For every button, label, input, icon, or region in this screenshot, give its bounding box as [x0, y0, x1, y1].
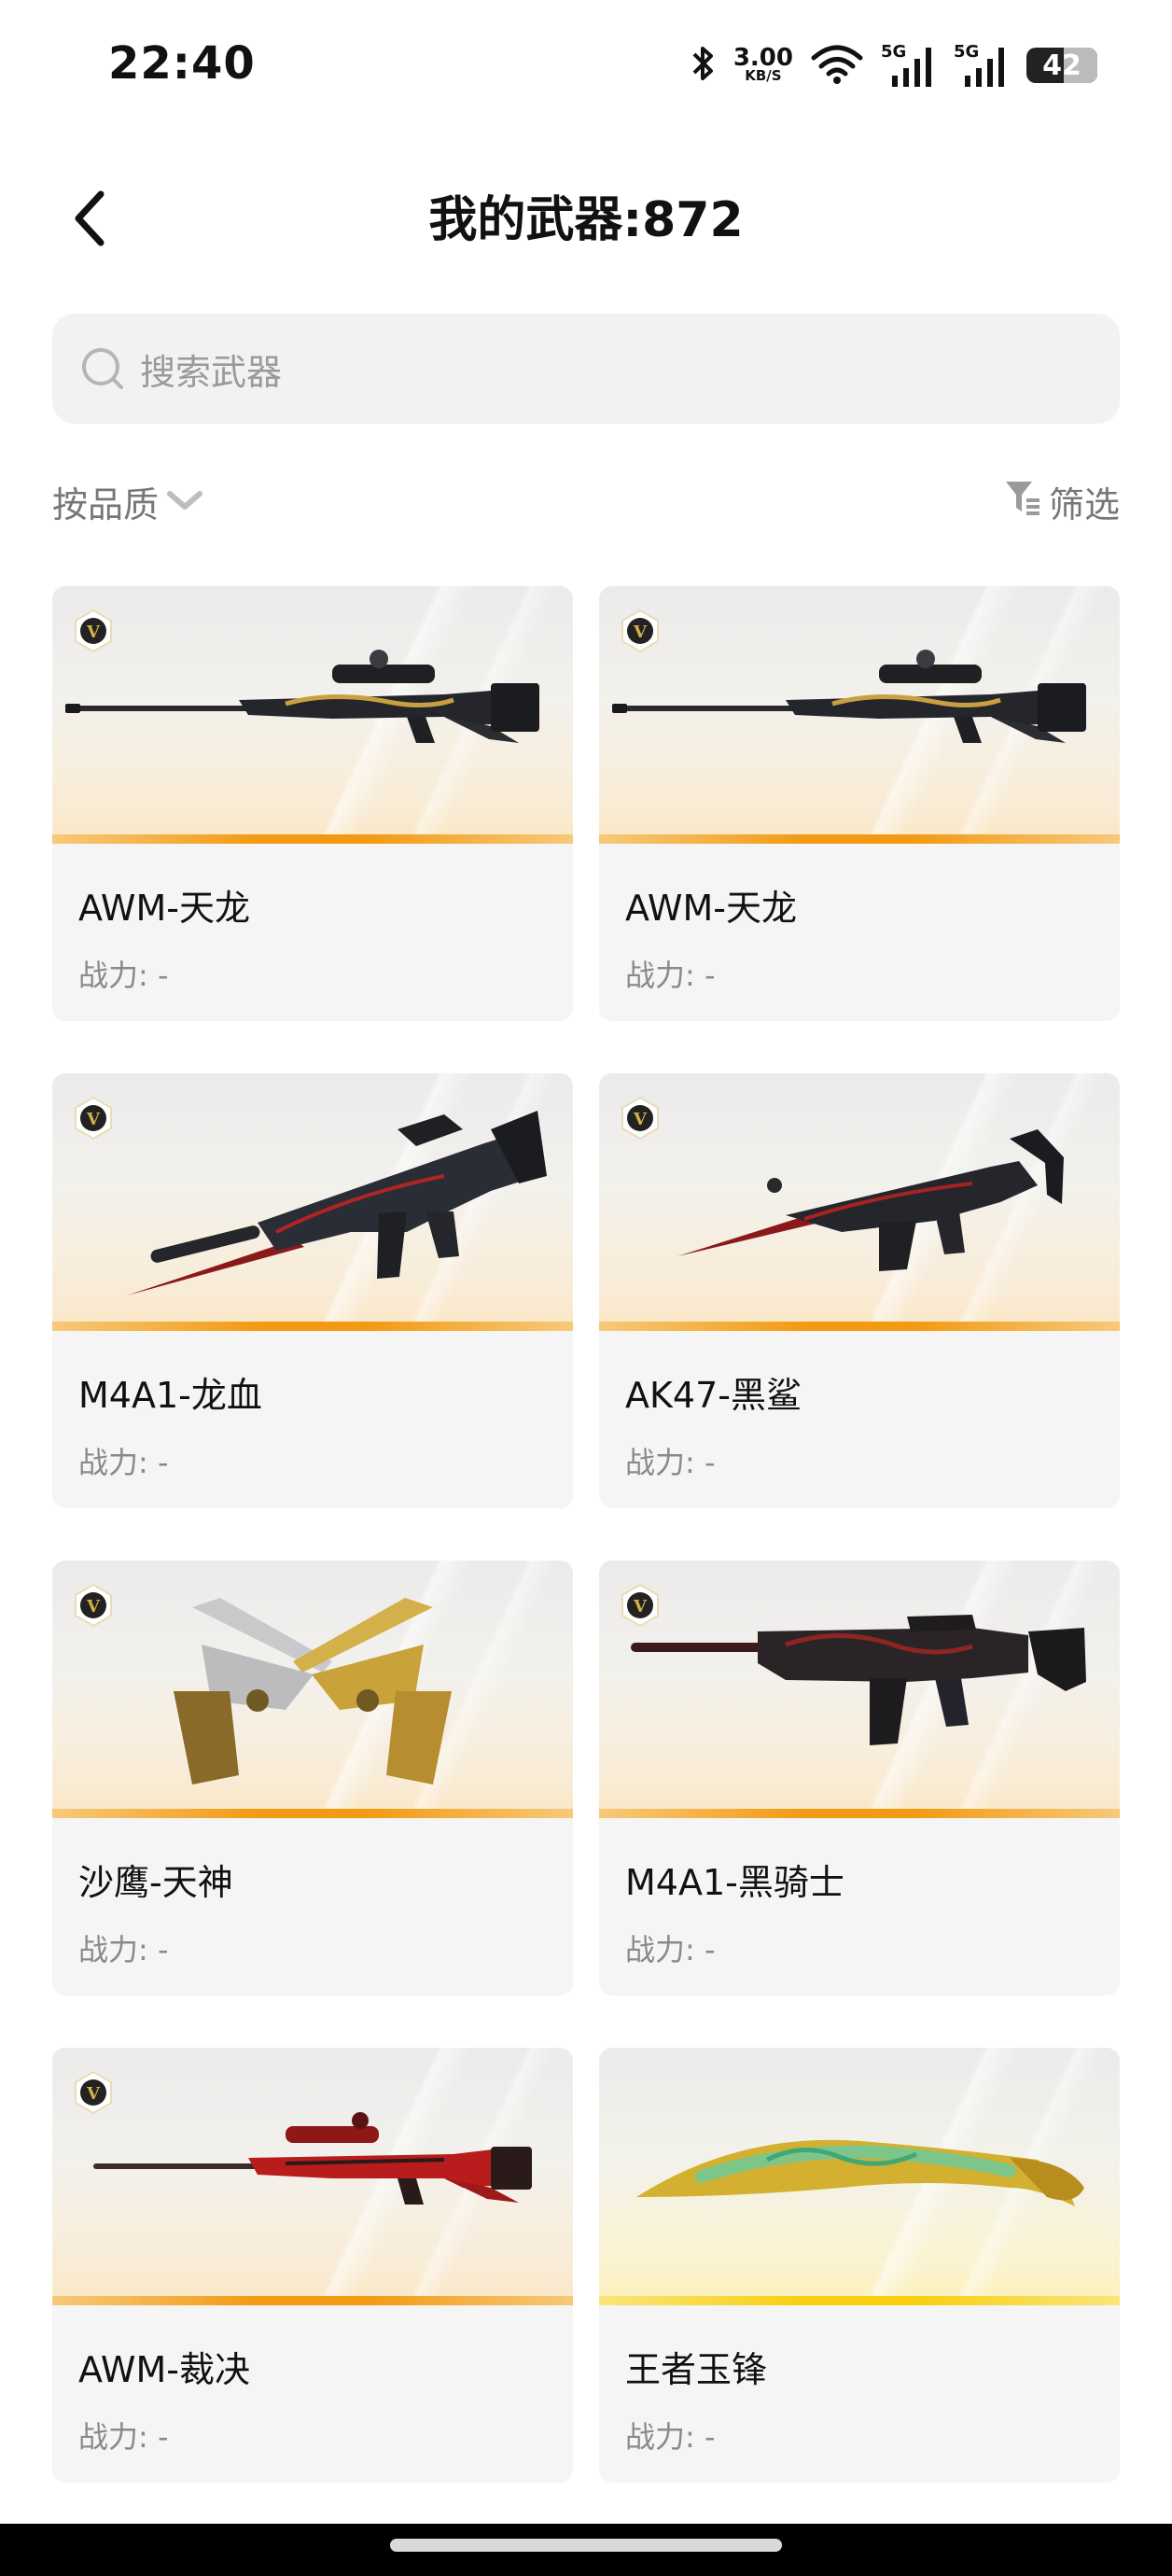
back-button[interactable] [62, 187, 118, 254]
chevron-down-icon [164, 482, 205, 523]
quality-bar [599, 2296, 1120, 2305]
filter-button[interactable]: 筛选 [1004, 476, 1120, 527]
weapon-card[interactable]: V M4A1-黑骑士 战力: - [599, 1561, 1120, 1995]
v-badge-icon: V [75, 1583, 112, 1628]
pistol-image [174, 1598, 452, 1785]
weapon-card[interactable]: V 沙鹰-天神 战力: - [52, 1561, 573, 1995]
weapon-power: 战力: - [78, 1445, 169, 1480]
quality-bar [599, 834, 1120, 844]
weapon-power: 战力: - [78, 1932, 169, 1967]
quality-bar [52, 1322, 573, 1331]
back-arrow-icon [69, 189, 110, 252]
weapon-power: 战力: - [625, 1932, 716, 1967]
svg-text:V: V [633, 623, 648, 642]
v-badge-icon: V [75, 1096, 112, 1141]
svg-text:V: V [86, 2084, 101, 2104]
sniper-rifle-image [612, 650, 1086, 743]
weapon-name: 王者玉锋 [625, 2349, 768, 2390]
quality-bar [52, 834, 573, 844]
svg-text:V: V [86, 1110, 101, 1129]
v-badge-icon: V [621, 1583, 659, 1628]
weapon-card[interactable]: 王者玉锋 战力: - [599, 2048, 1120, 2483]
network-speed: 3.00 KB/S [733, 46, 793, 83]
weapon-name: AWM-天龙 [625, 888, 797, 929]
assault-rifle-image [127, 1111, 547, 1295]
weapon-name: M4A1-黑骑士 [625, 1862, 844, 1903]
wifi-icon [810, 43, 864, 88]
knife-image [636, 2139, 1084, 2206]
status-time: 22:40 [108, 37, 256, 90]
weapon-card[interactable]: V AWM-天龙 战力: - [52, 586, 573, 1021]
weapon-image-area [599, 2048, 1120, 2305]
sort-quality-dropdown[interactable]: 按品质 [52, 476, 205, 527]
quality-bar [52, 2296, 573, 2305]
weapon-card[interactable]: V AWM-裁决 战力: - [52, 2048, 573, 2483]
home-indicator[interactable] [390, 2539, 782, 2552]
svg-text:V: V [86, 623, 101, 642]
weapon-image-area: V [599, 1073, 1120, 1331]
v-badge-icon: V [75, 609, 112, 653]
quality-bar [52, 1809, 573, 1818]
weapon-name: AWM-天龙 [78, 888, 250, 929]
weapon-card[interactable]: V AWM-天龙 战力: - [599, 586, 1120, 1021]
search-input[interactable]: 搜索武器 [52, 314, 1120, 424]
search-icon [77, 343, 129, 395]
weapon-image-area: V [52, 1561, 573, 1818]
weapon-card[interactable]: V M4A1-龙血 战力: - [52, 1073, 573, 1508]
signal-icon: 5G [954, 42, 1010, 87]
status-bar: 22:40 3.00 KB/S 5G 5G 42 [0, 0, 1172, 131]
weapon-power: 战力: - [625, 1445, 716, 1480]
bluetooth-icon [689, 43, 717, 88]
weapon-image-area: V [52, 2048, 573, 2305]
status-icons: 3.00 KB/S 5G 5G 42 [689, 41, 1097, 90]
weapon-image-area: V [599, 586, 1120, 844]
weapon-grid: V AWM-天龙 战力: - V AWM-天龙 战力: - V M4A1-龙血 … [52, 586, 1120, 2483]
weapon-name: AK47-黑鲨 [625, 1375, 802, 1416]
svg-text:V: V [633, 1597, 648, 1617]
weapon-power: 战力: - [625, 2419, 716, 2455]
v-badge-icon: V [621, 609, 659, 653]
sniper-rifle-image [65, 650, 539, 743]
search-placeholder: 搜索武器 [140, 351, 283, 393]
sort-label: 按品质 [52, 484, 160, 525]
sniper-rifle-image [93, 2112, 532, 2205]
assault-rifle-image [631, 1615, 1086, 1745]
assault-rifle-image [677, 1129, 1064, 1271]
svg-text:V: V [86, 1597, 101, 1617]
weapon-name: AWM-裁决 [78, 2349, 250, 2390]
battery-icon: 42 [1026, 48, 1097, 83]
weapon-card[interactable]: V AK47-黑鲨 战力: - [599, 1073, 1120, 1508]
weapon-image-area: V [52, 1073, 573, 1331]
quality-bar [599, 1322, 1120, 1331]
quality-bar [599, 1809, 1120, 1818]
weapon-power: 战力: - [78, 2419, 169, 2455]
weapon-image-area: V [52, 586, 573, 844]
v-badge-icon: V [75, 2070, 112, 2115]
battery-level: 42 [1042, 49, 1081, 82]
v-badge-icon: V [621, 1096, 659, 1141]
page-title: 我的武器:872 [428, 192, 744, 248]
signal-icon: 5G [881, 42, 937, 87]
weapon-power: 战力: - [78, 958, 169, 993]
filter-label: 筛选 [1048, 484, 1120, 525]
weapon-image-area: V [599, 1561, 1120, 1818]
weapon-name: M4A1-龙血 [78, 1375, 262, 1416]
weapon-power: 战力: - [625, 958, 716, 993]
weapon-name: 沙鹰-天神 [78, 1862, 233, 1903]
filter-icon [1004, 478, 1041, 525]
svg-text:V: V [633, 1110, 648, 1129]
